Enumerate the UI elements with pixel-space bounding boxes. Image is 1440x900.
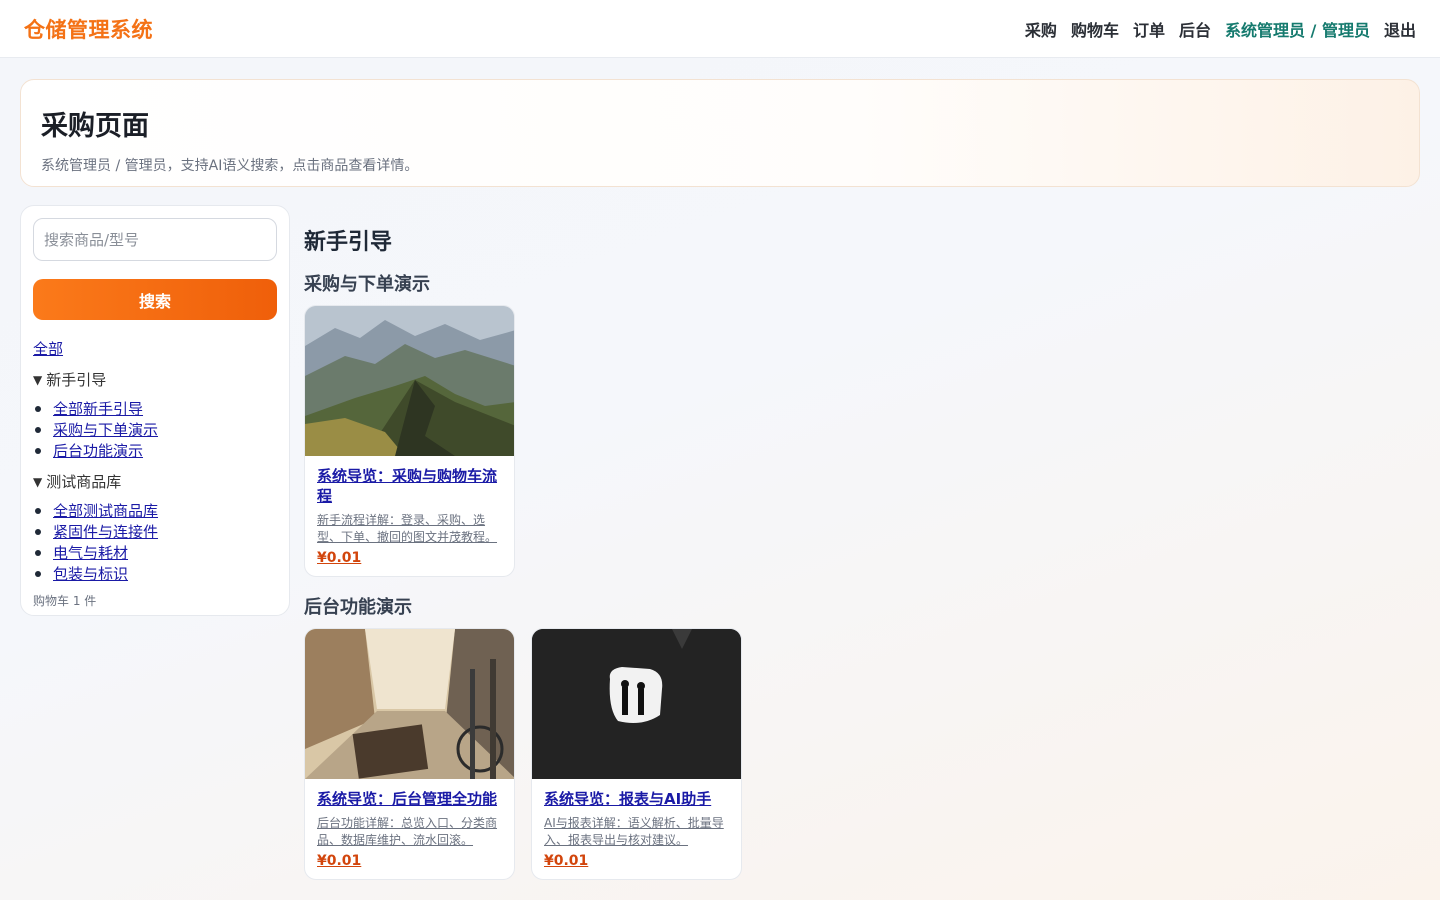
category-link[interactable]: 全部测试商品库 [53, 500, 158, 521]
category-group-onboarding[interactable]: ▼ 新手引导 [33, 369, 277, 390]
section-title: 采购与下单演示 [304, 274, 430, 295]
search-input[interactable] [33, 218, 277, 261]
product-grid: 系统导览：后台管理全功能 后台功能详解：总览入口、分类商品、数据库维护、流水回滚… [304, 628, 1414, 880]
page-title: 采购页面 [41, 111, 149, 142]
list-item: 采购与下单演示 [33, 419, 277, 440]
section-title: 后台功能演示 [304, 597, 412, 618]
nav-admin[interactable]: 后台 [1179, 17, 1211, 41]
product-title-link[interactable]: 系统导览：后台管理全功能 [317, 789, 502, 809]
product-image[interactable] [532, 629, 741, 779]
product-grid: 系统导览：采购与购物车流程 新手流程详解：登录、采购、选型、下单、撤回的图文并茂… [304, 305, 1414, 577]
top-nav-bar: 仓储管理系统 采购 购物车 订单 后台 系统管理员 / 管理员 退出 [0, 0, 1440, 58]
bullet-icon [35, 549, 41, 556]
bullet-icon [35, 405, 41, 412]
street-photo [305, 629, 514, 779]
product-title-link[interactable]: 系统导览：报表与AI助手 [544, 789, 729, 809]
product-description[interactable]: 后台功能详解：总览入口、分类商品、数据库维护、流水回滚。 [317, 815, 502, 849]
nav-orders[interactable]: 订单 [1133, 17, 1165, 41]
bullet-icon [35, 570, 41, 577]
category-sub-list: 全部测试商品库 紧固件与连接件 电气与耗材 包装与标识 [33, 500, 277, 584]
bullet-icon [35, 426, 41, 433]
search-button[interactable]: 搜索 [33, 279, 277, 320]
list-item: 紧固件与连接件 [33, 521, 277, 542]
nav-cart[interactable]: 购物车 [1071, 17, 1119, 41]
product-price[interactable]: ¥0.01 [317, 550, 502, 566]
product-description[interactable]: 新手流程详解：登录、采购、选型、下单、撤回的图文并茂教程。 [317, 512, 502, 546]
category-link[interactable]: 全部新手引导 [53, 398, 143, 419]
category-group-title: 测试商品库 [46, 473, 122, 491]
mountain-photo [305, 306, 514, 456]
list-item: 电气与耗材 [33, 542, 277, 563]
product-description[interactable]: AI与报表详解：语义解析、批量导入、报表导出与核对建议。 [544, 815, 729, 849]
product-title-link[interactable]: 系统导览：采购与购物车流程 [317, 466, 502, 506]
category-link[interactable]: 后台功能演示 [53, 440, 143, 461]
product-card-body: 系统导览：采购与购物车流程 新手流程详解：登录、采购、选型、下单、撤回的图文并茂… [305, 456, 514, 576]
nav-logout[interactable]: 退出 [1384, 17, 1416, 41]
product-card-body: 系统导览：报表与AI助手 AI与报表详解：语义解析、批量导入、报表导出与核对建议… [532, 779, 741, 879]
product-image[interactable] [305, 306, 514, 456]
product-card[interactable]: 系统导览：报表与AI助手 AI与报表详解：语义解析、批量导入、报表导出与核对建议… [531, 628, 742, 880]
list-item: 后台功能演示 [33, 440, 277, 461]
nav-links: 采购 购物车 订单 后台 系统管理员 / 管理员 退出 [1025, 17, 1416, 41]
category-sub-list: 全部新手引导 采购与下单演示 后台功能演示 [33, 398, 277, 461]
page-header-card: 采购页面 系统管理员 / 管理员，支持AI语义搜索，点击商品查看详情。 [20, 79, 1420, 187]
category-link[interactable]: 包装与标识 [53, 563, 128, 584]
page-subtitle: 系统管理员 / 管理员，支持AI语义搜索，点击商品查看详情。 [41, 158, 419, 174]
category-group-title: 新手引导 [46, 371, 107, 389]
category-sidebar: 搜索 全部 ▼ 新手引导 全部新手引导 采购与下单演示 后台功能演示 ▼ 测试商… [20, 205, 290, 616]
product-price[interactable]: ¥0.01 [317, 853, 502, 869]
product-card[interactable]: 系统导览：采购与购物车流程 新手流程详解：登录、采购、选型、下单、撤回的图文并茂… [304, 305, 515, 577]
nav-purchase[interactable]: 采购 [1025, 17, 1057, 41]
main-heading: 新手引导 [304, 230, 393, 255]
category-link[interactable]: 紧固件与连接件 [53, 521, 158, 542]
caret-down-icon: ▼ [33, 372, 43, 387]
product-card[interactable]: 系统导览：后台管理全功能 后台功能详解：总览入口、分类商品、数据库维护、流水回滚… [304, 628, 515, 880]
list-item: 包装与标识 [33, 563, 277, 584]
product-card-body: 系统导览：后台管理全功能 后台功能详解：总览入口、分类商品、数据库维护、流水回滚… [305, 779, 514, 879]
product-main: 新手引导 采购与下单演示 系统导览：采购与购物车流程 新手流程详解：登录、采购、… [304, 224, 1414, 880]
nav-current-user[interactable]: 系统管理员 / 管理员 [1225, 17, 1370, 41]
category-link[interactable]: 采购与下单演示 [53, 419, 158, 440]
bullet-icon [35, 447, 41, 454]
cart-count-text: 购物车 1 件 [33, 594, 97, 608]
category-all-link[interactable]: 全部 [33, 338, 277, 359]
category-group-testlib[interactable]: ▼ 测试商品库 [33, 471, 277, 492]
caret-down-icon: ▼ [33, 474, 43, 489]
brand-logo[interactable]: 仓储管理系统 [24, 14, 153, 44]
list-item: 全部测试商品库 [33, 500, 277, 521]
product-price[interactable]: ¥0.01 [544, 853, 729, 869]
bullet-icon [35, 507, 41, 514]
list-item: 全部新手引导 [33, 398, 277, 419]
product-image[interactable] [305, 629, 514, 779]
category-link[interactable]: 电气与耗材 [53, 542, 128, 563]
tunnel-photo [532, 629, 741, 779]
bullet-icon [35, 528, 41, 535]
